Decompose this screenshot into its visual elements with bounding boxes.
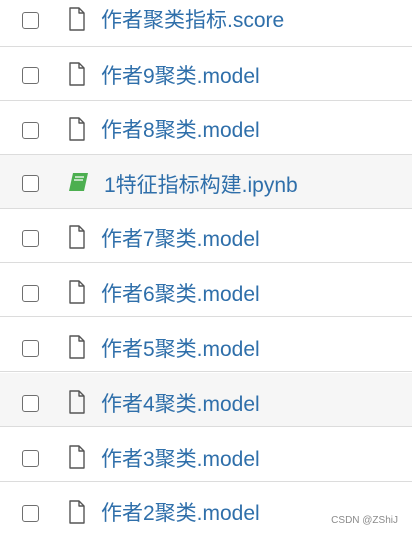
file-name-link[interactable]: 作者9聚类.model	[101, 65, 260, 89]
file-icon	[69, 62, 85, 86]
file-icon	[69, 280, 85, 304]
select-checkbox[interactable]	[22, 122, 39, 139]
file-name-link[interactable]: 作者3聚类.model	[101, 448, 260, 472]
list-item[interactable]: 作者8聚类.model	[0, 101, 412, 155]
list-item[interactable]: 作者4聚类.model	[0, 373, 412, 427]
file-icon	[69, 335, 85, 359]
list-item[interactable]: 作者9聚类.model	[0, 47, 412, 101]
list-item[interactable]: 作者7聚类.model	[0, 209, 412, 263]
list-item[interactable]: 作者3聚类.model	[0, 428, 412, 482]
file-icon	[69, 500, 85, 524]
file-icon	[69, 117, 85, 141]
select-checkbox[interactable]	[22, 450, 39, 467]
file-icon	[69, 225, 85, 249]
select-checkbox[interactable]	[22, 230, 39, 247]
select-checkbox[interactable]	[22, 505, 39, 522]
notebook-icon	[69, 173, 88, 191]
list-item[interactable]: 作者聚类指标.score	[0, 0, 412, 47]
file-name-link[interactable]: 作者7聚类.model	[101, 228, 260, 252]
list-item[interactable]: 作者2聚类.model	[0, 483, 412, 537]
file-list: 作者聚类指标.score 作者9聚类.model 作者8聚类.model 1特征…	[0, 0, 412, 537]
file-name-link[interactable]: 作者2聚类.model	[101, 502, 260, 526]
select-checkbox[interactable]	[22, 12, 39, 29]
file-name-link[interactable]: 作者聚类指标.score	[101, 9, 284, 33]
watermark: CSDN @ZShiJ	[331, 515, 398, 526]
list-item[interactable]: 1特征指标构建.ipynb	[0, 155, 412, 209]
select-checkbox[interactable]	[22, 395, 39, 412]
file-icon	[69, 390, 85, 414]
list-item[interactable]: 作者5聚类.model	[0, 318, 412, 372]
file-icon	[69, 7, 85, 31]
file-name-link[interactable]: 作者8聚类.model	[101, 119, 260, 143]
file-name-link[interactable]: 作者5聚类.model	[101, 338, 260, 362]
list-item[interactable]: 作者6聚类.model	[0, 263, 412, 317]
file-name-link[interactable]: 作者4聚类.model	[101, 393, 260, 417]
file-icon	[69, 445, 85, 469]
file-name-link[interactable]: 1特征指标构建.ipynb	[104, 174, 298, 198]
file-name-link[interactable]: 作者6聚类.model	[101, 283, 260, 307]
select-checkbox[interactable]	[22, 175, 39, 192]
select-checkbox[interactable]	[22, 340, 39, 357]
select-checkbox[interactable]	[22, 67, 39, 84]
select-checkbox[interactable]	[22, 285, 39, 302]
